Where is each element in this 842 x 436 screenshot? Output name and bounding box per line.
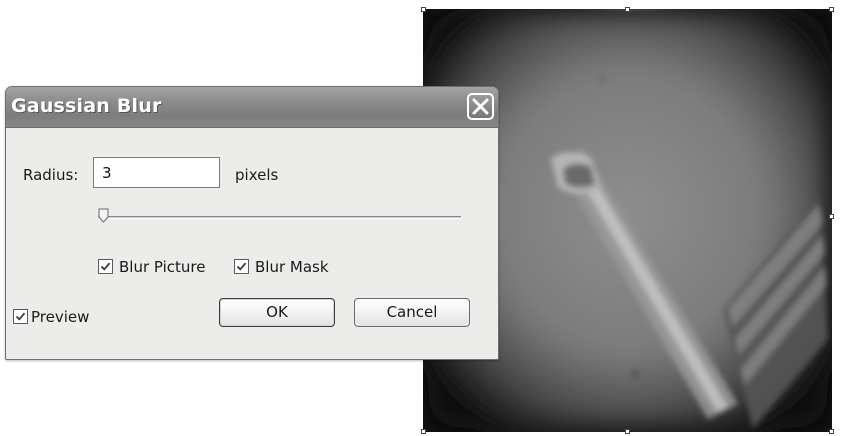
gaussian-blur-dialog: Gaussian Blur Radius: pixels Blur Pictur… <box>5 86 499 360</box>
preview-checkbox[interactable] <box>13 309 28 324</box>
checkmark-icon <box>15 312 26 321</box>
close-button[interactable] <box>467 93 494 120</box>
close-icon <box>472 98 489 115</box>
radius-units-label: pixels <box>235 166 279 184</box>
selection-handle-bottom-right[interactable] <box>829 429 834 434</box>
blur-picture-label: Blur Picture <box>119 258 206 276</box>
selection-handle-top-left[interactable] <box>421 7 426 12</box>
slider-thumb-icon[interactable] <box>98 208 109 223</box>
radius-slider-track[interactable] <box>98 216 461 219</box>
preview-label: Preview <box>31 308 90 326</box>
checkmark-icon <box>236 262 247 271</box>
blur-mask-checkbox[interactable] <box>234 259 249 274</box>
blur-mask-label: Blur Mask <box>255 258 329 276</box>
ok-button[interactable]: OK <box>219 298 335 327</box>
radius-input[interactable] <box>93 157 220 188</box>
blur-picture-checkbox[interactable] <box>98 259 113 274</box>
selection-handle-top-right[interactable] <box>829 7 834 12</box>
dialog-body: Radius: pixels Blur Picture Blur Mask P <box>6 128 498 359</box>
checkmark-icon <box>100 262 111 271</box>
dialog-title: Gaussian Blur <box>11 95 162 117</box>
selection-handle-bottom-center[interactable] <box>625 429 630 434</box>
cancel-button[interactable]: Cancel <box>354 298 470 327</box>
dialog-titlebar[interactable]: Gaussian Blur <box>6 87 498 128</box>
selection-handle-bottom-left[interactable] <box>421 429 426 434</box>
selection-handle-top-center[interactable] <box>625 7 630 12</box>
selection-handle-middle-right[interactable] <box>829 214 834 219</box>
radius-label: Radius: <box>23 166 79 184</box>
